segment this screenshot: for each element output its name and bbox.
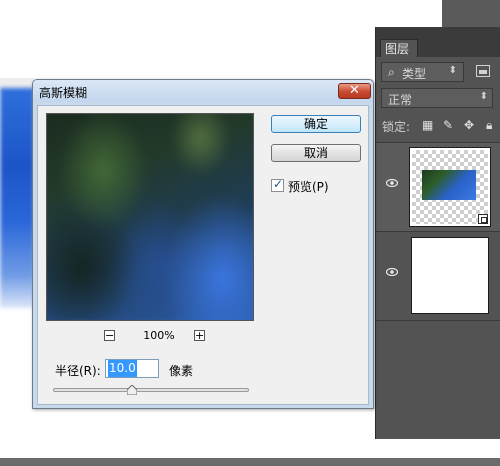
smart-object-icon (478, 214, 488, 224)
status-bar (0, 458, 500, 466)
preview-checkbox-row[interactable]: ✓ 预览(P) (271, 177, 351, 194)
layer-thumbnail[interactable] (409, 147, 491, 227)
layers-panel: 图层 ⌕ 类型 ⬍ 正常 ⬍ 锁定: ▦ ✎ ✥ 🔒︎ (375, 27, 500, 439)
zoom-level: 100% (143, 329, 175, 342)
zoom-out-button[interactable]: − (104, 330, 115, 341)
dialog-titlebar[interactable]: 高斯模糊 ✕ (33, 80, 373, 102)
dialog-client: − 100% + 确定 取消 ✓ 预览(P) 半径(R): 10.0 像素 (37, 105, 369, 405)
radius-slider-thumb[interactable] (126, 384, 138, 396)
lock-all-icon[interactable]: 🔒︎ (486, 118, 492, 133)
workspace-background (442, 0, 500, 28)
chevron-updown-icon: ⬍ (479, 91, 488, 102)
ok-button[interactable]: 确定 (271, 115, 361, 133)
lock-brush-icon[interactable]: ✎ (443, 118, 453, 132)
radius-input[interactable]: 10.0 (105, 359, 159, 378)
radius-label: 半径(R): (55, 364, 101, 378)
thumbnail-image (422, 170, 476, 200)
preview-checkbox[interactable]: ✓ (271, 177, 284, 192)
checkmark-icon: ✓ (273, 177, 284, 191)
eye-icon[interactable] (386, 179, 398, 187)
radius-value: 10.0 (108, 360, 137, 377)
dialog-title: 高斯模糊 (39, 86, 88, 100)
image-filter-icon[interactable] (476, 65, 490, 77)
chevron-updown-icon: ⬍ (448, 65, 457, 76)
lock-row: 锁定: ▦ ✎ ✥ 🔒︎ (382, 118, 500, 136)
close-button[interactable]: ✕ (338, 83, 371, 99)
blend-mode-value: 正常 (388, 93, 413, 107)
blurred-image-edge (0, 88, 34, 308)
radius-unit: 像素 (169, 364, 194, 378)
cancel-button[interactable]: 取消 (271, 144, 361, 162)
tab-layers[interactable]: 图层 (380, 39, 418, 57)
blur-preview[interactable] (46, 113, 254, 321)
radius-row: 半径(R): 10.0 像素 (55, 359, 355, 381)
close-icon: ✕ (349, 83, 360, 98)
blend-mode-select[interactable]: 正常 ⬍ (381, 88, 493, 108)
lock-move-icon[interactable]: ✥ (464, 118, 474, 132)
layer-row-smart-object[interactable] (376, 143, 500, 231)
panel-divider (376, 320, 500, 321)
zoom-in-button[interactable]: + (194, 330, 205, 341)
preview-checkbox-label: 预览(P) (288, 180, 329, 194)
lock-label: 锁定: (382, 120, 411, 134)
search-icon: ⌕ (388, 65, 395, 79)
layer-kind-filter[interactable]: ⌕ 类型 ⬍ (381, 62, 464, 82)
layer-row-background[interactable] (376, 232, 500, 320)
layer-thumbnail[interactable] (411, 237, 489, 314)
layer-kind-value: 类型 (402, 67, 427, 81)
gaussian-blur-dialog: 高斯模糊 ✕ − 100% + 确定 取消 ✓ 预览(P) 半径(R): 10.… (32, 79, 374, 409)
eye-icon[interactable] (386, 268, 398, 276)
radius-slider-track[interactable] (53, 388, 249, 392)
lock-transparent-icon[interactable]: ▦ (422, 118, 433, 132)
zoom-controls: − 100% + (46, 328, 254, 344)
preview-image (47, 114, 253, 320)
